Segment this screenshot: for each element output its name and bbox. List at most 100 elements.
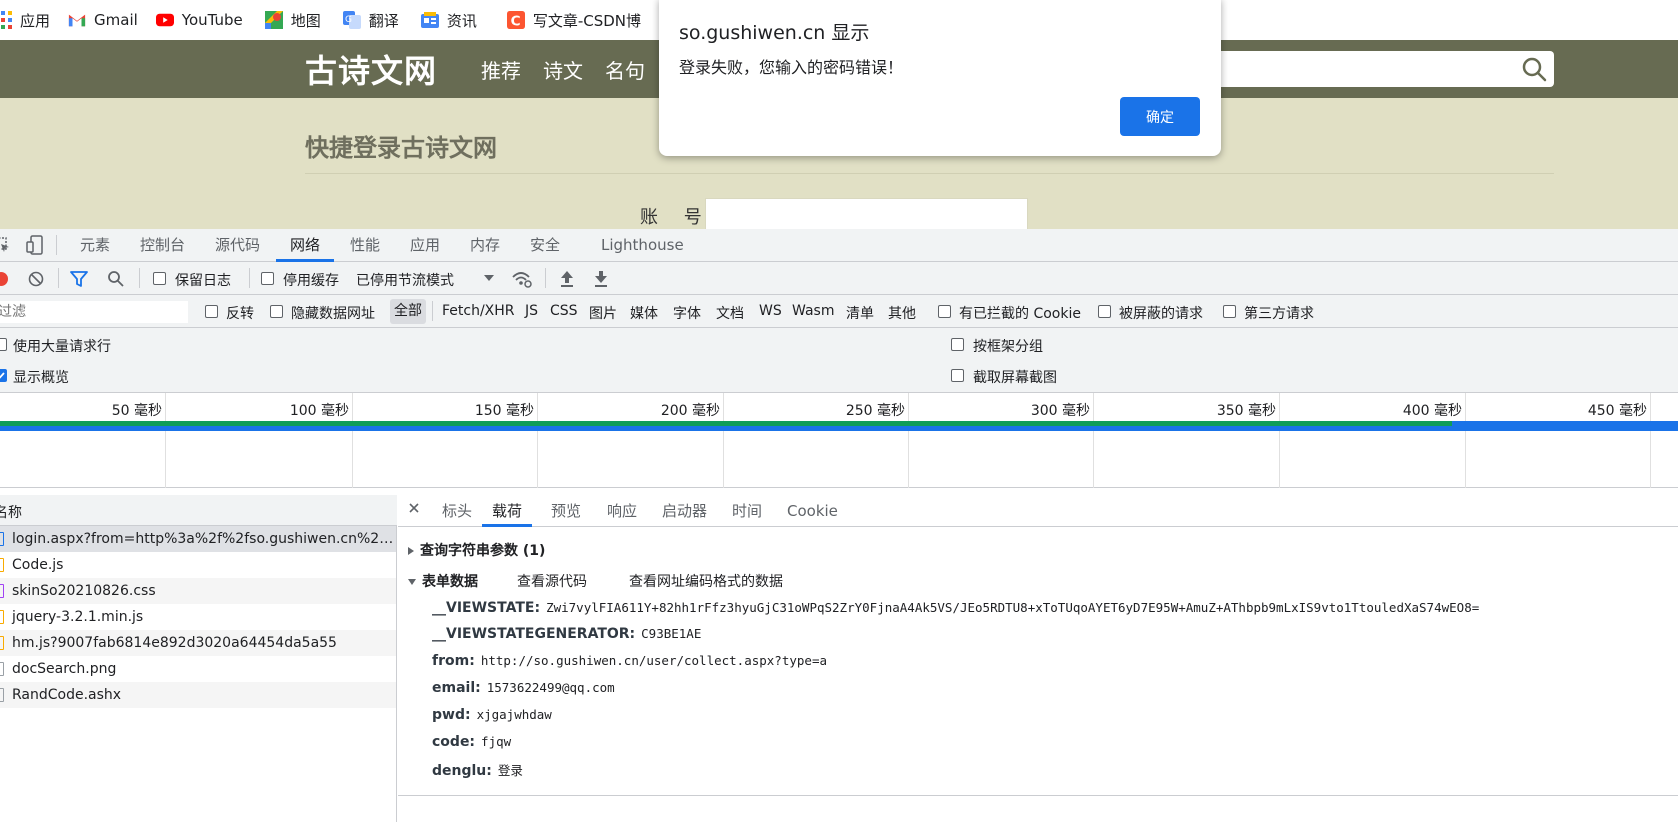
site-logo[interactable]: 古诗文网	[305, 46, 437, 92]
bookmark-translate[interactable]: G 翻译	[342, 0, 409, 40]
bookmark-maps[interactable]: 地图	[264, 0, 331, 40]
inspect-element-icon[interactable]	[0, 237, 10, 257]
tab-cookies[interactable]: Cookie	[787, 495, 838, 527]
record-icon[interactable]	[0, 272, 8, 286]
name-column-header[interactable]: 名称	[0, 502, 22, 522]
bookmark-news[interactable]: 资讯	[420, 0, 487, 40]
tab-initiator[interactable]: 启动器	[662, 495, 707, 527]
filter-type-manifest[interactable]: 清单	[846, 303, 874, 323]
blocked-requests-checkbox[interactable]	[1098, 305, 1111, 318]
tab-preview[interactable]: 预览	[551, 495, 581, 527]
request-list-header[interactable]: 名称	[0, 495, 397, 526]
bookmark-apps[interactable]: 应用	[0, 0, 60, 40]
alert-origin: so.gushiwen.cn 显示	[679, 22, 870, 44]
network-overview[interactable]: 50 毫秒 100 毫秒 150 毫秒 200 毫秒 250 毫秒 300 毫秒…	[0, 393, 1678, 488]
tab-lighthouse[interactable]: Lighthouse	[601, 229, 684, 262]
tab-performance[interactable]: 性能	[350, 229, 380, 262]
export-har-icon[interactable]	[593, 270, 609, 292]
form-field: __VIEWSTATEGENERATOR: C93BE1AE	[432, 626, 701, 642]
field-value: fjqw	[481, 734, 512, 749]
device-toolbar-icon[interactable]	[26, 235, 44, 259]
filter-type-ws[interactable]: WS	[759, 303, 782, 319]
field-key: denglu:	[432, 763, 492, 779]
tab-sources[interactable]: 源代码	[215, 229, 260, 262]
filter-type-css[interactable]: CSS	[550, 303, 578, 319]
query-params-section[interactable]: 查询字符串参数 (1)	[408, 540, 545, 560]
request-row[interactable]: docSearch.png	[0, 656, 396, 682]
third-party-checkbox[interactable]	[1223, 305, 1236, 318]
request-row[interactable]: jquery-3.2.1.min.js	[0, 604, 396, 630]
group-by-frame-checkbox[interactable]	[951, 338, 964, 351]
request-row[interactable]: Code.js	[0, 552, 396, 578]
filter-type-other[interactable]: 其他	[888, 303, 916, 323]
tab-elements[interactable]: 元素	[80, 229, 110, 262]
clear-icon[interactable]	[28, 271, 44, 291]
blocked-cookies-label: 有已拦截的 Cookie	[959, 306, 1081, 322]
filter-type-js[interactable]: JS	[525, 303, 538, 319]
show-overview-checkbox[interactable]	[0, 369, 7, 382]
request-row[interactable]: login.aspx?from=http%3a%2f%2fso.gushiwen…	[0, 526, 396, 552]
tick-line	[908, 393, 909, 488]
large-rows-checkbox[interactable]	[0, 338, 7, 351]
image-icon	[0, 688, 4, 702]
filter-type-all[interactable]: 全部	[390, 299, 426, 324]
close-icon[interactable]	[408, 502, 420, 518]
form-data-section[interactable]: 表单数据	[408, 571, 478, 591]
tab-application[interactable]: 应用	[410, 229, 440, 262]
network-conditions-icon[interactable]	[511, 269, 533, 293]
filter-type-fetch-xhr[interactable]: Fetch/XHR	[442, 303, 515, 319]
tick-line	[723, 393, 724, 488]
form-field: email: 1573622499@qq.com	[432, 680, 615, 696]
hide-data-urls-checkbox[interactable]	[270, 305, 283, 318]
chevron-down-icon[interactable]	[483, 272, 495, 288]
disable-cache-label: 停用缓存	[283, 273, 339, 289]
account-input[interactable]	[705, 198, 1028, 229]
request-row[interactable]: hm.js?9007fab6814e892d3020a64454da5a55	[0, 630, 396, 656]
bookmark-gmail[interactable]: Gmail	[68, 0, 148, 40]
capture-screenshots-checkbox[interactable]	[951, 369, 964, 382]
tab-network[interactable]: 网络	[276, 229, 335, 262]
preserve-log-checkbox[interactable]	[153, 272, 166, 285]
tick-label: 300 毫秒	[1030, 403, 1090, 419]
request-row[interactable]: skinSo20210826.css	[0, 578, 396, 604]
view-url-encoded-link[interactable]: 查看网址编码格式的数据	[629, 571, 783, 591]
disable-cache-checkbox[interactable]	[261, 272, 274, 285]
site-search-input[interactable]	[1208, 51, 1554, 87]
tab-security[interactable]: 安全	[530, 229, 560, 262]
tab-headers[interactable]: 标头	[442, 495, 472, 527]
throttling-select[interactable]: 已停用节流模式	[356, 270, 454, 290]
nav-recommend[interactable]: 推荐	[481, 55, 521, 84]
tab-memory[interactable]: 内存	[470, 229, 500, 262]
filter-icon[interactable]	[70, 270, 88, 292]
account-label: 账 号	[640, 207, 712, 228]
search-icon[interactable]	[107, 270, 125, 292]
divider	[56, 235, 57, 255]
tick-line	[1465, 393, 1466, 488]
tab-response[interactable]: 响应	[607, 495, 637, 527]
search-icon[interactable]	[1520, 55, 1548, 87]
tab-console[interactable]: 控制台	[140, 229, 185, 262]
filter-type-doc[interactable]: 文档	[716, 303, 744, 323]
nav-quotes[interactable]: 名句	[605, 55, 645, 84]
invert-checkbox[interactable]	[205, 305, 218, 318]
script-icon	[0, 610, 4, 624]
alert-ok-button[interactable]: 确定	[1120, 97, 1200, 136]
request-row[interactable]: RandCode.ashx	[0, 682, 396, 708]
filter-type-font[interactable]: 字体	[673, 303, 701, 323]
bookmark-youtube[interactable]: YouTube	[155, 0, 253, 40]
view-source-link[interactable]: 查看源代码	[517, 571, 587, 591]
login-title: 快捷登录古诗文网	[305, 134, 497, 162]
import-har-icon[interactable]	[559, 270, 575, 292]
filter-type-wasm[interactable]: Wasm	[792, 303, 834, 319]
filter-type-img[interactable]: 图片	[589, 303, 617, 323]
tab-payload[interactable]: 载荷	[482, 495, 533, 527]
filter-input[interactable]	[0, 301, 188, 323]
filter-type-media[interactable]: 媒体	[630, 303, 658, 323]
nav-poems[interactable]: 诗文	[543, 55, 583, 84]
blocked-cookies-checkbox[interactable]	[938, 305, 951, 318]
bookmark-label: 翻译	[368, 11, 399, 30]
large-rows-label: 使用大量请求行	[13, 339, 111, 355]
bookmark-csdn[interactable]: C 写文章-CSDN博	[506, 0, 651, 40]
tab-timing[interactable]: 时间	[732, 495, 762, 527]
request-name: jquery-3.2.1.min.js	[12, 609, 144, 625]
